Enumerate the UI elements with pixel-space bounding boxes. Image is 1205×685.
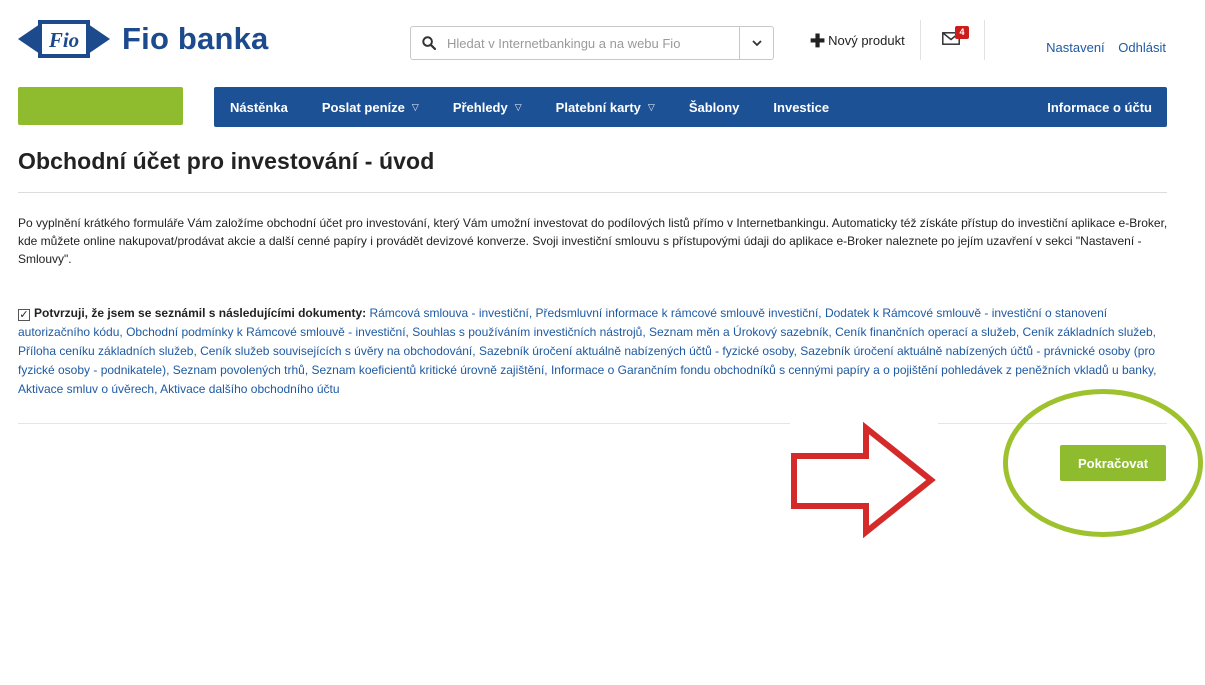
document-link[interactable]: Aktivace smluv o úvěrech bbox=[18, 382, 154, 396]
document-link[interactable]: Sazebník úročení aktuálně nabízených účt… bbox=[479, 344, 794, 358]
new-product-button[interactable]: ✚ Nový produkt bbox=[810, 30, 905, 51]
document-link[interactable]: Příloha ceníku základních služeb bbox=[18, 344, 193, 358]
divider bbox=[18, 423, 1167, 424]
annotation-arrow bbox=[790, 418, 938, 542]
svg-text:Fio: Fio bbox=[48, 28, 79, 52]
document-link[interactable]: Ceník základních služeb bbox=[1023, 325, 1153, 339]
document-link[interactable]: Seznam povolených trhů bbox=[173, 363, 305, 377]
search-box[interactable] bbox=[410, 26, 774, 60]
document-link[interactable]: Aktivace dalšího obchodního účtu bbox=[160, 382, 339, 396]
new-product-label: Nový produkt bbox=[828, 33, 905, 48]
document-link[interactable]: Seznam měn a Úrokový sazebník bbox=[649, 325, 828, 339]
chevron-down-icon: ▽ bbox=[514, 101, 522, 112]
account-selector[interactable] bbox=[18, 87, 183, 125]
document-link[interactable]: Obchodní podmínky k Rámcové smlouvě - in… bbox=[126, 325, 405, 339]
chevron-down-icon: ▽ bbox=[411, 101, 419, 112]
confirm-label: Potvrzuji, že jsem se seznámil s následu… bbox=[34, 306, 367, 320]
page-title: Obchodní účet pro investování - úvod bbox=[18, 148, 435, 174]
nav-item-dashboard[interactable]: Nástěnka bbox=[214, 100, 305, 115]
logout-link[interactable]: Odhlásit bbox=[1118, 40, 1166, 55]
document-link[interactable]: Seznam koeficientů kritické úrovně zajiš… bbox=[312, 363, 545, 377]
nav-item-templates[interactable]: Šablony bbox=[672, 100, 757, 115]
top-links: Nastavení Odhlásit bbox=[1036, 40, 1166, 55]
header-divider bbox=[920, 20, 921, 60]
nav-item-label: Informace o účtu bbox=[1047, 99, 1152, 115]
confirm-checkbox[interactable]: ✓ bbox=[18, 309, 30, 321]
search-icon[interactable] bbox=[411, 27, 447, 59]
nav-item-label: Investice bbox=[773, 99, 830, 115]
plus-icon: ✚ bbox=[810, 30, 826, 51]
document-link[interactable]: Souhlas s používáním investičních nástro… bbox=[412, 325, 642, 339]
brand-name: Fio banka bbox=[122, 21, 269, 56]
header-divider bbox=[984, 20, 985, 60]
nav-item-label: Šablony bbox=[688, 99, 740, 115]
document-link[interactable]: Předsmluvní informace k rámcové smlouvě … bbox=[536, 306, 819, 320]
search-input[interactable] bbox=[447, 27, 739, 59]
document-link[interactable]: Rámcová smlouva - investiční bbox=[369, 306, 528, 320]
chevron-down-icon[interactable] bbox=[739, 27, 773, 59]
nav-item-overviews[interactable]: Přehledy ▽ bbox=[436, 100, 539, 115]
nav-item-send-money[interactable]: Poslat peníze ▽ bbox=[305, 100, 436, 115]
main-navigation: Nástěnka Poslat peníze ▽ Přehledy ▽ Plateb… bbox=[214, 87, 1167, 127]
continue-button[interactable]: Pokračovat bbox=[1060, 445, 1166, 481]
chevron-down-icon: ▽ bbox=[647, 101, 655, 112]
nav-item-label: Nástěnka bbox=[230, 99, 288, 115]
nav-item-investments[interactable]: Investice bbox=[756, 100, 846, 115]
document-link[interactable]: Ceník finančních operací a služeb bbox=[835, 325, 1016, 339]
unread-count-badge: 4 bbox=[955, 26, 969, 39]
fio-logo[interactable]: Fio Fio banka bbox=[18, 14, 269, 64]
nav-item-label: Platební karty bbox=[555, 99, 641, 115]
nav-item-label: Poslat peníze bbox=[321, 99, 405, 115]
nav-item-label: Přehledy bbox=[452, 99, 508, 115]
documents-confirmation: ✓ Potvrzuji, že jsem se seznámil s násled… bbox=[18, 304, 1170, 399]
nav-item-payment-cards[interactable]: Platební karty ▽ bbox=[539, 100, 672, 115]
document-link[interactable]: Informace o Garančním fondu obchodníků s… bbox=[551, 363, 1153, 377]
intro-text: Po vyplnění krátkého formuláře Vám založ… bbox=[18, 216, 1168, 266]
divider bbox=[18, 192, 1167, 193]
nav-item-account-info[interactable]: Informace o účtu bbox=[1030, 100, 1167, 115]
document-link[interactable]: Ceník služeb souvisejících s úvěry na ob… bbox=[200, 344, 472, 358]
settings-link[interactable]: Nastavení bbox=[1046, 40, 1105, 55]
fio-logo-icon: Fio bbox=[18, 20, 110, 58]
